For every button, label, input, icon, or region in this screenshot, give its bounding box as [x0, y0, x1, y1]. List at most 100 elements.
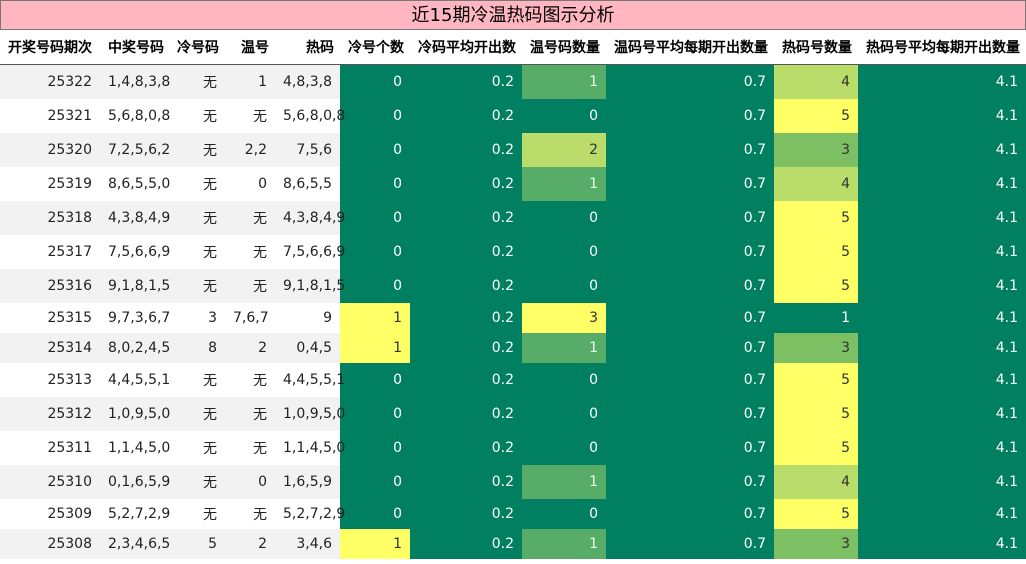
table-row: 25318 4,3,8,4,9 无无 4,3,8,4,9 0 0.2 0 0.7 5 4.1	[0, 200, 1026, 235]
cell-winning-number: 9,7,3,6,7	[100, 302, 170, 333]
cell-hot-count: 1	[774, 302, 858, 333]
cell-warm-number: 无	[225, 98, 275, 133]
table-row: 25308 2,3,4,6,5 5 2 3,4,6 1 0.2 1 0.7 3 4.1	[0, 528, 1026, 559]
cell-warm-count: 1	[522, 464, 606, 499]
cell-warm-number: 0	[225, 166, 275, 201]
cell-cold-avg: 0.2	[410, 396, 522, 431]
cell-hot-count: 5	[774, 98, 858, 133]
cell-period: 25314	[0, 332, 100, 363]
cell-hot-number: 5,6,8,0,8	[275, 98, 345, 133]
cell-warm-count: 3	[522, 302, 606, 333]
cell-warm-count: 1	[522, 166, 606, 201]
cell-hot-number: 5,2,7,2,9	[275, 498, 345, 529]
cell-warm-number: 无	[225, 268, 275, 303]
cell-cold-avg: 0.2	[410, 498, 522, 529]
cell-winning-number: 9,1,8,1,5	[100, 268, 170, 303]
cell-hot-avg: 4.1	[858, 332, 1026, 363]
cell-warm-avg: 0.7	[606, 362, 774, 397]
cell-cold-count: 1	[340, 332, 410, 363]
cell-hot-number: 9	[275, 302, 340, 333]
cell-hot-number: 1,1,4,5,0	[275, 430, 345, 465]
cell-hot-avg: 4.1	[858, 362, 1026, 397]
cell-warm-count: 0	[522, 430, 606, 465]
cell-cold-count: 1	[340, 528, 410, 559]
cell-cold-count: 0	[340, 64, 410, 99]
cell-winning-number: 7,5,6,6,9	[100, 234, 170, 269]
cell-warm-number: 2	[225, 332, 275, 363]
cell-hot-number: 4,3,8,4,9	[275, 200, 345, 235]
cell-cold-number: 8	[170, 332, 225, 363]
cell-hot-count: 5	[774, 362, 858, 397]
cell-winning-number: 5,6,8,0,8	[100, 98, 170, 133]
cell-cold-count: 0	[340, 200, 410, 235]
cell-cold-avg: 0.2	[410, 98, 522, 133]
header-hot-number: 热码	[275, 30, 340, 65]
cell-cold-avg: 0.2	[410, 362, 522, 397]
cell-period: 25309	[0, 498, 100, 529]
cell-cold-number: 无	[170, 166, 225, 201]
cell-warm-avg: 0.7	[606, 302, 774, 333]
cell-period: 25317	[0, 234, 100, 269]
cell-hot-count: 3	[774, 528, 858, 559]
table-row: 25316 9,1,8,1,5 无无 9,1,8,1,5 0 0.2 0 0.7 5 4.1	[0, 268, 1026, 303]
cell-hot-avg: 4.1	[858, 464, 1026, 499]
cell-hot-count: 5	[774, 200, 858, 235]
cell-warm-number: 无	[225, 498, 275, 529]
cell-hot-number: 9,1,8,1,5	[275, 268, 345, 303]
cell-warm-number: 7,6,7	[225, 302, 275, 333]
cell-warm-number: 2,2	[225, 132, 275, 167]
cell-period: 25308	[0, 528, 100, 559]
table-row: 25315 9,7,3,6,7 3 7,6,7 9 1 0.2 3 0.7 1 4.1	[0, 302, 1026, 333]
cell-warm-count: 0	[522, 234, 606, 269]
table-row: 25311 1,1,4,5,0 无无 1,1,4,5,0 0 0.2 0 0.7 5 4.1	[0, 430, 1026, 465]
cell-warm-number: 无	[225, 362, 275, 397]
cell-winning-number: 1,4,8,3,8	[100, 64, 170, 99]
header-warm-avg: 温码号平均每期开出数量	[606, 30, 774, 65]
cell-cold-avg: 0.2	[410, 302, 522, 333]
cell-hot-count: 3	[774, 332, 858, 363]
cell-period: 25316	[0, 268, 100, 303]
cell-period: 25319	[0, 166, 100, 201]
cell-warm-count: 0	[522, 396, 606, 431]
table-row: 25319 8,6,5,5,0 无 0 8,6,5,5 0 0.2 1 0.7 4 4.1	[0, 166, 1026, 201]
cell-hot-avg: 4.1	[858, 528, 1026, 559]
cell-period: 25318	[0, 200, 100, 235]
cell-winning-number: 8,6,5,5,0	[100, 166, 170, 201]
cell-winning-number: 0,1,6,5,9	[100, 464, 170, 499]
cell-cold-count: 0	[340, 464, 410, 499]
cell-warm-count: 0	[522, 98, 606, 133]
cell-hot-avg: 4.1	[858, 98, 1026, 133]
cell-hot-avg: 4.1	[858, 302, 1026, 333]
header-winning-number: 中奖号码	[100, 30, 170, 65]
cell-hot-number: 3,4,6	[275, 528, 340, 559]
table-row: 25322 1,4,8,3,8 无 1 4,8,3,8 0 0.2 1 0.7 4 4.1	[0, 64, 1026, 99]
cell-hot-count: 5	[774, 498, 858, 529]
cell-period: 25320	[0, 132, 100, 167]
cell-cold-number: 无	[170, 132, 225, 167]
header-row: 开奖号码期次 中奖号码 冷号码 温号 热码 冷号个数 冷码平均开出数 温号码数量 温码号平均每期…	[0, 30, 1026, 65]
header-cold-avg: 冷码平均开出数	[410, 30, 522, 65]
cell-warm-number: 无	[225, 234, 275, 269]
header-hot-avg: 热码号平均每期开出数量	[858, 30, 1026, 65]
table-row: 25313 4,4,5,5,1 无无 4,4,5,5,1 0 0.2 0 0.7 5 4.1	[0, 362, 1026, 397]
cell-hot-number: 1,0,9,5,0	[275, 396, 345, 431]
cell-warm-count: 2	[522, 132, 606, 167]
cell-period: 25321	[0, 98, 100, 133]
cell-warm-number: 无	[225, 430, 275, 465]
cell-period: 25310	[0, 464, 100, 499]
cell-cold-count: 0	[340, 362, 410, 397]
cell-warm-avg: 0.7	[606, 268, 774, 303]
cell-warm-avg: 0.7	[606, 464, 774, 499]
cell-hot-avg: 4.1	[858, 132, 1026, 167]
header-period: 开奖号码期次	[0, 30, 100, 65]
table-row: 25317 7,5,6,6,9 无无 7,5,6,6,9 0 0.2 0 0.7 5 4.1	[0, 234, 1026, 269]
cell-hot-avg: 4.1	[858, 64, 1026, 99]
cell-hot-avg: 4.1	[858, 430, 1026, 465]
cell-cold-count: 0	[340, 430, 410, 465]
cell-warm-count: 0	[522, 362, 606, 397]
cell-cold-avg: 0.2	[410, 200, 522, 235]
cell-cold-number: 无	[170, 362, 225, 397]
cell-cold-avg: 0.2	[410, 528, 522, 559]
cell-cold-avg: 0.2	[410, 268, 522, 303]
cell-warm-avg: 0.7	[606, 498, 774, 529]
